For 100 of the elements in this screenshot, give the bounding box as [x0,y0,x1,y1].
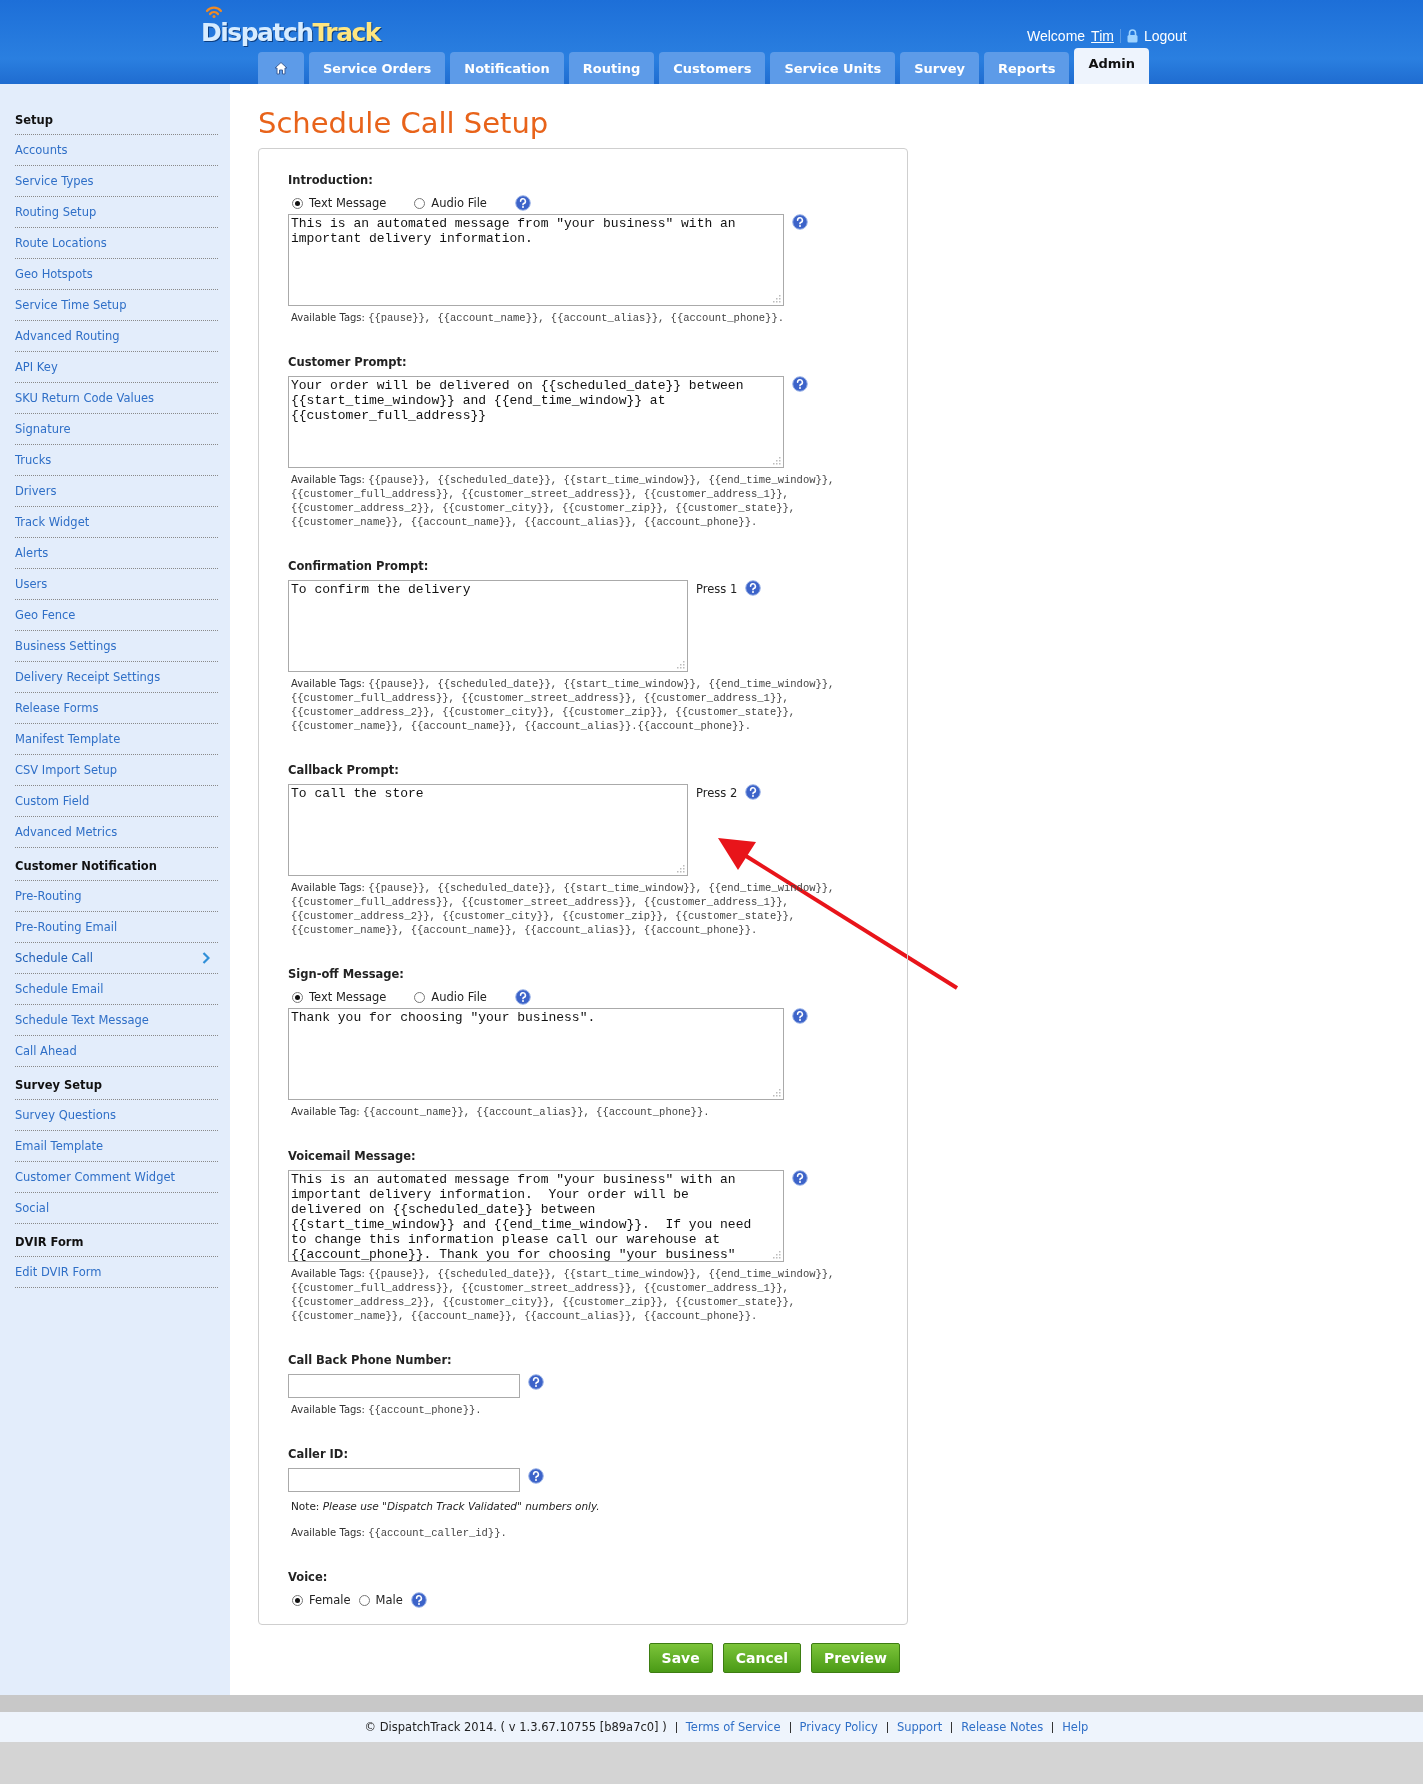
sidebar-item[interactable]: Social [15,1193,218,1224]
sidebar-item[interactable]: Delivery Receipt Settings [15,662,218,693]
action-button[interactable]: Save [648,1643,713,1673]
sidebar-item[interactable]: Routing Setup [15,197,218,228]
sidebar-item[interactable]: Customer Comment Widget [15,1162,218,1193]
message-field[interactable]: This is an automated message from "your business" with an important delivery information. Your order will be delivered on {{scheduled_date}} between {{start_time_window}} and {{end_time_window}}. If you need to change this information please call our warehouse at {{account_phone}}. Thank you for choosing "your business" [288,1170,784,1262]
sidebar-item[interactable]: Advanced Routing [15,321,218,352]
house-icon [274,61,288,75]
nav-tab[interactable]: Customers [659,52,766,84]
help-icon[interactable] [514,989,531,1005]
sidebar-item[interactable]: Geo Hotspots [15,259,218,290]
radio-option[interactable]: Audio File [414,196,487,210]
sidebar-item[interactable]: Drivers [15,476,218,507]
home-tab[interactable] [258,52,304,84]
available-tags: Available Tags: {{pause}}, {{account_name}}, {{account_alias}}, {{account_phone}}. [291,311,878,325]
action-button[interactable]: Cancel [722,1643,801,1673]
sidebar-heading: Survey Setup [15,1075,218,1100]
field-label: Introduction: [288,173,374,187]
help-icon[interactable] [792,1008,808,1024]
footer-link[interactable]: Privacy Policy [799,1720,878,1734]
nav-tab[interactable]: Reports [984,52,1070,84]
nav-tab[interactable]: Admin [1074,48,1150,84]
footer-link[interactable]: Release Notes [961,1720,1044,1734]
radio-option[interactable]: Audio File [414,990,487,1004]
footer-link[interactable]: Support [896,1720,943,1734]
sidebar-item[interactable]: Route Locations [15,228,218,259]
sidebar-item[interactable]: Release Forms [15,693,218,724]
sidebar-item[interactable]: Accounts [15,135,218,166]
input-field[interactable] [288,1374,520,1398]
resize-grip-icon[interactable] [677,661,685,669]
sidebar-item[interactable]: Trucks [15,445,218,476]
message-field[interactable]: Thank you for choosing "your business". [288,1008,784,1100]
help-icon[interactable] [745,784,762,800]
sidebar-item[interactable]: Custom Field [15,786,218,817]
field-label: Callback Prompt: [288,763,400,777]
help-icon[interactable] [528,1468,544,1484]
sidebar-item[interactable]: Business Settings [15,631,218,662]
resize-grip-icon[interactable] [677,865,685,873]
user-link[interactable]: Tim [1091,28,1114,44]
help-icon[interactable] [745,580,762,596]
footer-link[interactable]: Help [1062,1720,1089,1734]
sidebar-item[interactable]: Pre-Routing Email [15,912,218,943]
logout-link[interactable]: Logout [1143,28,1187,44]
sidebar-item[interactable]: Users [15,569,218,600]
help-icon[interactable] [514,195,531,211]
sidebar-item[interactable]: Schedule Text Message [15,1005,218,1036]
sidebar-item[interactable]: Survey Questions [15,1100,218,1131]
help-icon[interactable] [792,214,808,230]
sidebar-item[interactable]: Advanced Metrics [15,817,218,848]
message-field[interactable]: Your order will be delivered on {{scheduled_date}} between {{start_time_window}} and {{end_time_window}} at {{customer_full_address}} [288,376,784,468]
radio-option[interactable]: Text Message [292,990,387,1004]
sidebar-item[interactable]: Manifest Template [15,724,218,755]
field-label: Caller ID: [288,1447,349,1461]
sidebar-item[interactable]: CSV Import Setup [15,755,218,786]
resize-grip-icon[interactable] [773,295,781,303]
lock-icon [1126,29,1138,43]
sidebar-item[interactable]: Signature [15,414,218,445]
available-tags: Available Tags: {{account_caller_id}}. [291,1526,878,1540]
nav-tab[interactable]: Notification [450,52,564,84]
nav-tab[interactable]: Survey [900,52,979,84]
sidebar-item[interactable]: Email Template [15,1131,218,1162]
resize-grip-icon[interactable] [773,457,781,465]
press-key-text: Press 2 [696,786,738,800]
sidebar-item[interactable]: SKU Return Code Values [15,383,218,414]
sidebar-item[interactable]: Pre-Routing [15,881,218,912]
sidebar-item[interactable]: Call Ahead [15,1036,218,1067]
sidebar-item[interactable]: API Key [15,352,218,383]
field-label: Voicemail Message: [288,1149,417,1163]
radio-option[interactable]: Female [292,1593,351,1607]
message-field[interactable]: To call the store [288,784,688,876]
nav-tab[interactable]: Service Orders [309,52,446,84]
message-field[interactable]: This is an automated message from "your business" with an important delivery information. [288,214,784,306]
action-button[interactable]: Preview [811,1643,900,1673]
radio-option[interactable]: Male [358,1593,403,1607]
nav-tab[interactable]: Routing [568,52,655,84]
sidebar-item[interactable]: Service Types [15,166,218,197]
help-icon[interactable] [410,1592,427,1608]
help-icon[interactable] [792,1170,808,1186]
logo[interactable]: DispatchTrack [198,4,382,50]
sidebar-item[interactable]: Service Time Setup [15,290,218,321]
chevron-icon [202,952,210,964]
sidebar-item[interactable]: Alerts [15,538,218,569]
sidebar-item[interactable]: Track Widget [15,507,218,538]
sidebar-heading: Customer Notification [15,856,218,881]
sidebar-item[interactable]: Schedule Call [15,943,218,974]
available-tags: Available Tags: {{pause}}, {{scheduled_date}}, {{start_time_window}}, {{end_time_window}}, {{customer_full_address}}, {{customer_street_address}}, {{customer_address_1}}, {{customer_address_2}}, {{customer_city}}, {{customer_zip}}, {{customer_state}}, {{customer_name}}, {{account_name}}, {{account_alias}}.{{account_phone}}. [291,677,878,733]
message-field[interactable]: To confirm the delivery [288,580,688,672]
footer-link[interactable]: Terms of Service [685,1720,781,1734]
help-icon[interactable] [792,376,808,392]
field-label: Voice: [288,1570,329,1584]
radio-option[interactable]: Text Message [292,196,387,210]
sidebar-item[interactable]: Schedule Email [15,974,218,1005]
resize-grip-icon[interactable] [773,1251,781,1259]
press-key-text: Press 1 [696,582,738,596]
help-icon[interactable] [528,1374,544,1390]
resize-grip-icon[interactable] [773,1089,781,1097]
nav-tab[interactable]: Service Units [770,52,896,84]
input-field[interactable] [288,1468,520,1492]
sidebar-item[interactable]: Edit DVIR Form [15,1257,218,1288]
sidebar-item[interactable]: Geo Fence [15,600,218,631]
